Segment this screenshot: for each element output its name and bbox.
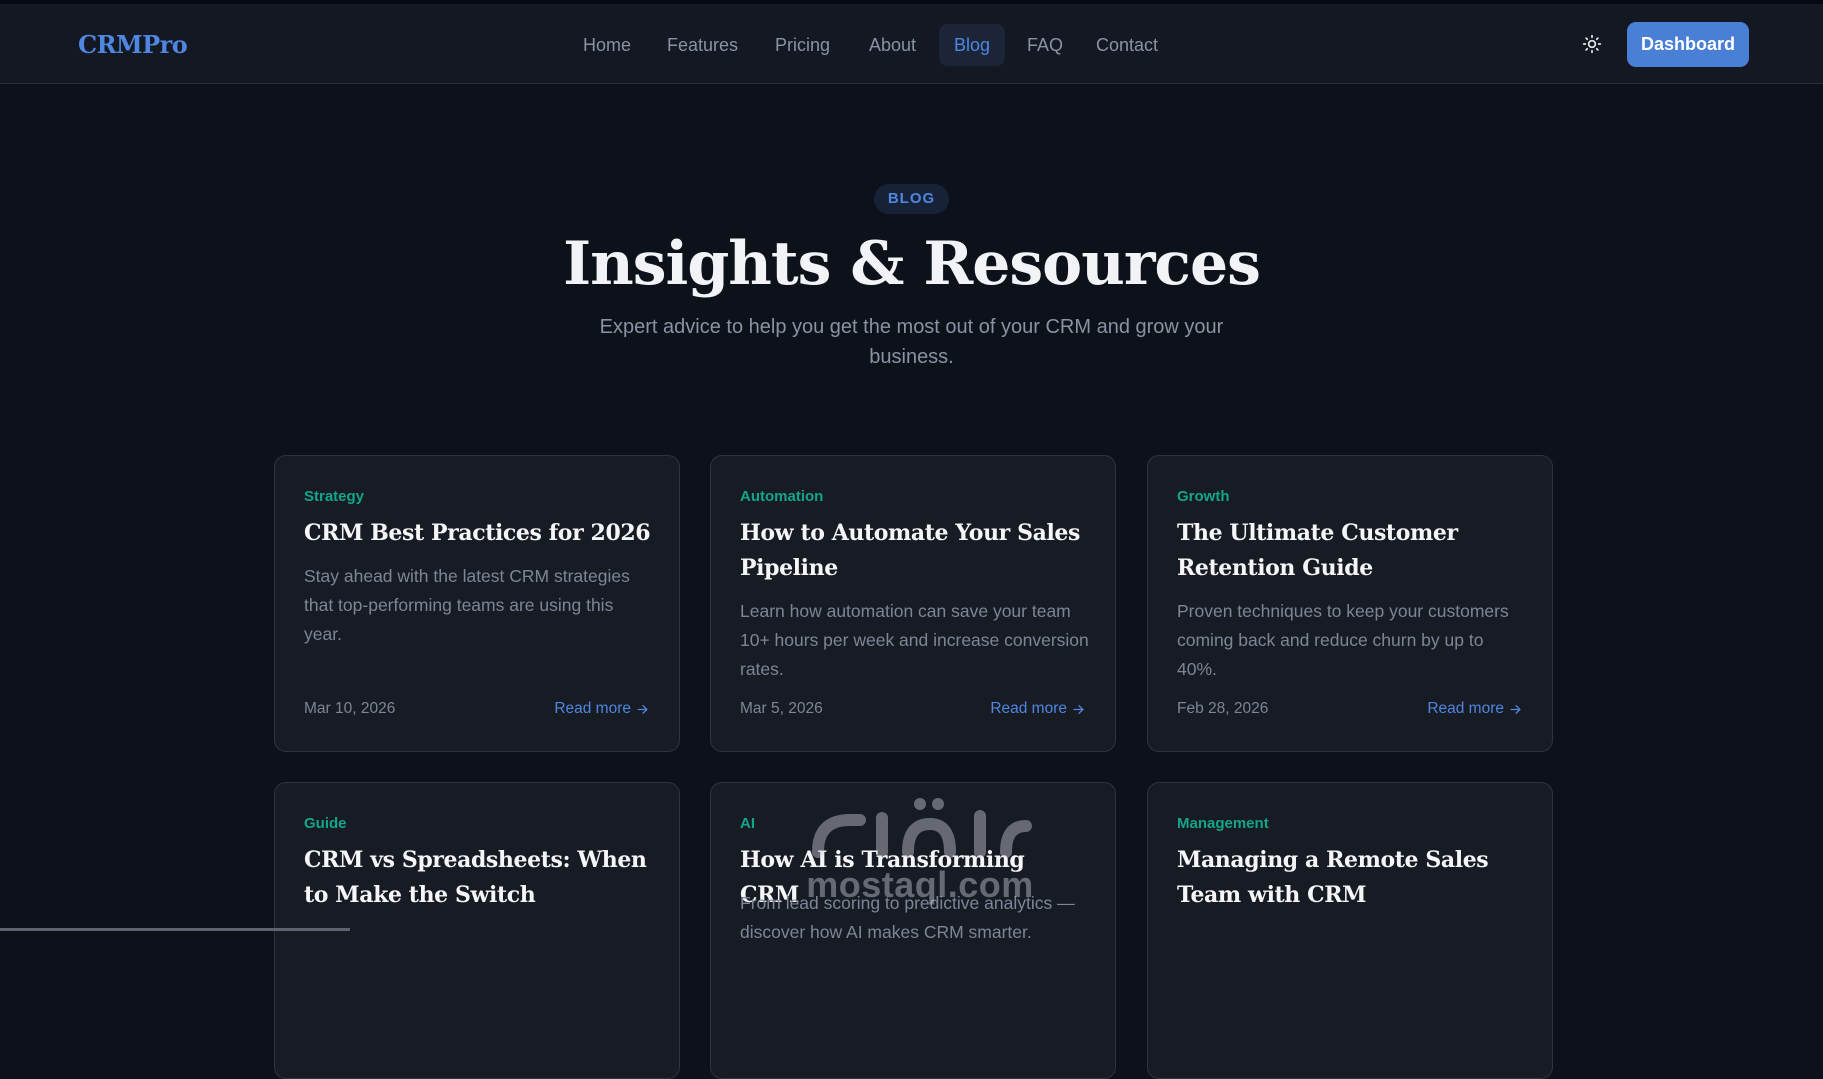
top-navbar: CRMPro Home Features Pricing About Blog … — [0, 4, 1823, 84]
arrow-right-icon — [1510, 704, 1521, 714]
blog-card[interactable]: Automation How to Automate Your Sales Pi… — [710, 455, 1116, 752]
dashboard-button[interactable]: Dashboard — [1627, 22, 1749, 67]
sun-icon — [1582, 34, 1602, 54]
page-title: Insights & Resources — [563, 229, 1261, 299]
post-category: Growth — [1177, 488, 1230, 505]
read-more-label: Read more — [554, 700, 631, 717]
post-category: Automation — [740, 488, 824, 505]
post-excerpt: Learn how automation can save your team … — [740, 601, 1089, 679]
nav-features[interactable]: Features — [652, 24, 753, 66]
arrow-right-icon — [1073, 704, 1084, 714]
post-category: Management — [1177, 815, 1269, 832]
nav-pricing[interactable]: Pricing — [760, 24, 845, 66]
page-subtitle: Expert advice to help you get the most o… — [599, 316, 1224, 368]
read-more-label: Read more — [990, 700, 1067, 717]
nav-about[interactable]: About — [854, 24, 931, 66]
post-title[interactable]: CRM Best Practices for 2026 — [304, 516, 654, 551]
blog-card[interactable]: Strategy CRM Best Practices for 2026 Sta… — [274, 455, 680, 752]
post-category: AI — [740, 815, 755, 832]
main-nav: Home Features Pricing About Blog FAQ Con… — [0, 24, 1823, 66]
post-title[interactable]: CRM vs Spreadsheets: When to Make the Sw… — [304, 843, 654, 913]
arrow-right-icon — [637, 704, 648, 714]
read-more-link[interactable]: Read more — [990, 700, 1085, 718]
blog-hero: BLOG Insights & Resources Expert advice … — [0, 184, 1823, 372]
read-more-link[interactable]: Read more — [554, 700, 649, 718]
post-category: Strategy — [304, 488, 365, 505]
theme-toggle-button[interactable] — [1580, 32, 1604, 56]
read-more-link[interactable]: Read more — [1427, 700, 1522, 718]
post-excerpt: From lead scoring to predictive analytic… — [740, 893, 1075, 942]
post-date: Feb 28, 2026 — [1177, 700, 1269, 717]
post-category: Guide — [304, 815, 347, 832]
nav-blog[interactable]: Blog — [939, 24, 1006, 66]
post-excerpt: Stay ahead with the latest CRM strategie… — [304, 566, 630, 644]
nav-contact[interactable]: Contact — [1081, 24, 1173, 66]
nav-home[interactable]: Home — [568, 24, 646, 66]
post-title[interactable]: The Ultimate Customer Retention Guide — [1177, 516, 1527, 586]
nav-faq[interactable]: FAQ — [1012, 24, 1078, 66]
post-date: Mar 5, 2026 — [740, 700, 823, 717]
section-badge: BLOG — [873, 184, 950, 214]
post-excerpt: Proven techniques to keep your customers… — [1177, 601, 1509, 679]
post-date: Mar 10, 2026 — [304, 700, 396, 717]
post-title[interactable]: Managing a Remote Sales Team with CRM — [1177, 843, 1527, 913]
blog-card[interactable]: Growth The Ultimate Customer Retention G… — [1147, 455, 1553, 752]
read-more-label: Read more — [1427, 700, 1504, 717]
post-title[interactable]: How to Automate Your Sales Pipeline — [740, 516, 1090, 586]
